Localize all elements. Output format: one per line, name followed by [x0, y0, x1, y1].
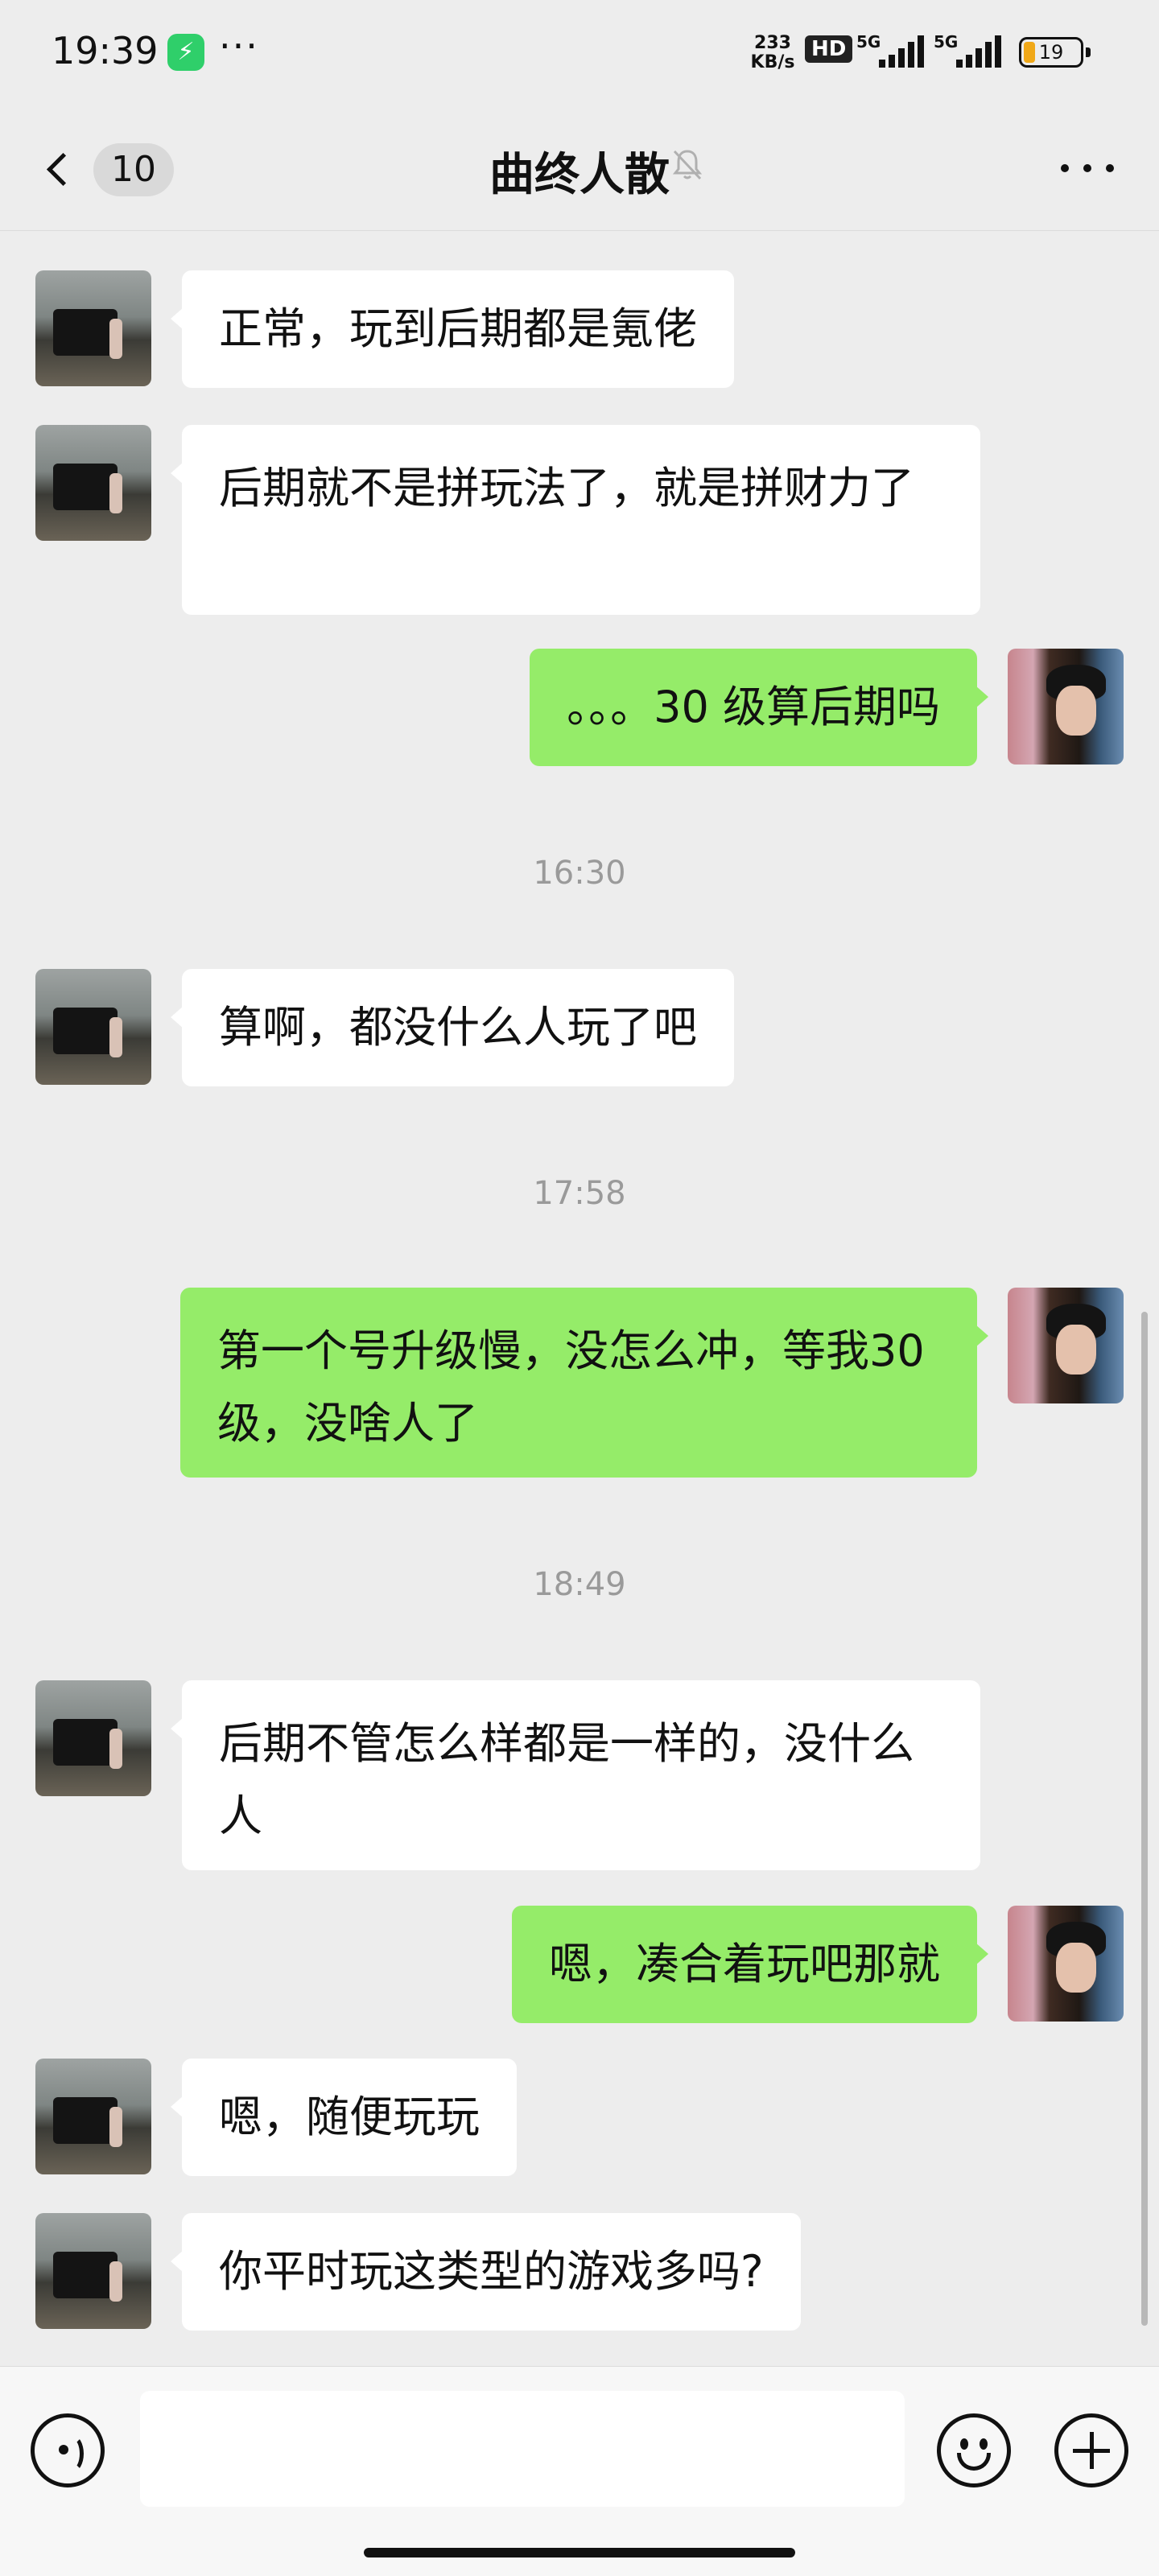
message-bubble[interactable]: 嗯，随便玩玩: [171, 2059, 517, 2176]
contact-avatar[interactable]: [35, 969, 151, 1085]
message-bubble[interactable]: 嗯，凑合着玩吧那就: [512, 1906, 988, 2023]
message-bubble[interactable]: 后期不管怎么样都是一样的，没什么人: [171, 1680, 980, 1870]
signal-icon: 5G: [856, 32, 929, 71]
timestamp: 17:58: [533, 1175, 626, 1212]
message-bubble[interactable]: 后期就不是拼玩法了，就是拼财力了: [171, 425, 980, 615]
scrollbar[interactable]: [1141, 1312, 1148, 2326]
contact-avatar[interactable]: [35, 2213, 151, 2329]
message-bubble[interactable]: 算啊，都没什么人玩了吧: [171, 969, 734, 1086]
plus-button[interactable]: [1054, 2413, 1128, 2487]
status-time: 19:39: [52, 29, 159, 72]
bell-muted-icon: [672, 150, 703, 180]
voice-button[interactable]: [31, 2413, 105, 2487]
message-bubble[interactable]: 正常，玩到后期都是氪佬: [171, 270, 734, 388]
battery-icon: 19: [1019, 37, 1091, 68]
input-bar: [0, 2366, 1159, 2576]
timestamp: 16:30: [533, 855, 626, 892]
chat-header: 10 曲终人散: [0, 105, 1159, 231]
status-bar: 19:39 ⚡ ··· 233 KB/s HD 5G 5G 19: [0, 0, 1159, 105]
signal-icon: 5G: [934, 32, 1006, 71]
message-bubble[interactable]: 。。。30 级算后期吗: [530, 649, 988, 766]
chat-title: 曲终人散: [489, 149, 670, 201]
contact-avatar[interactable]: [35, 2059, 151, 2174]
message-bubble[interactable]: 你平时玩这类型的游戏多吗?: [171, 2213, 801, 2331]
contact-avatar[interactable]: [35, 270, 151, 386]
charging-app-icon: ⚡: [167, 34, 204, 71]
more-notifications-icon: ···: [219, 24, 259, 68]
more-button[interactable]: [1056, 140, 1120, 196]
contact-avatar[interactable]: [35, 425, 151, 541]
my-avatar[interactable]: [1008, 1288, 1124, 1403]
my-avatar[interactable]: [1008, 1906, 1124, 2022]
emoji-button[interactable]: [937, 2413, 1011, 2487]
message-bubble[interactable]: 第一个号升级慢，没怎么冲，等我30 级，没啥人了: [180, 1288, 988, 1478]
timestamp: 18:49: [533, 1566, 626, 1603]
my-avatar[interactable]: [1008, 649, 1124, 765]
contact-avatar[interactable]: [35, 1680, 151, 1796]
message-input[interactable]: [140, 2391, 905, 2507]
network-speed: 233 KB/s: [750, 33, 795, 72]
hd-badge: HD: [805, 35, 853, 63]
home-indicator[interactable]: [364, 2548, 795, 2557]
